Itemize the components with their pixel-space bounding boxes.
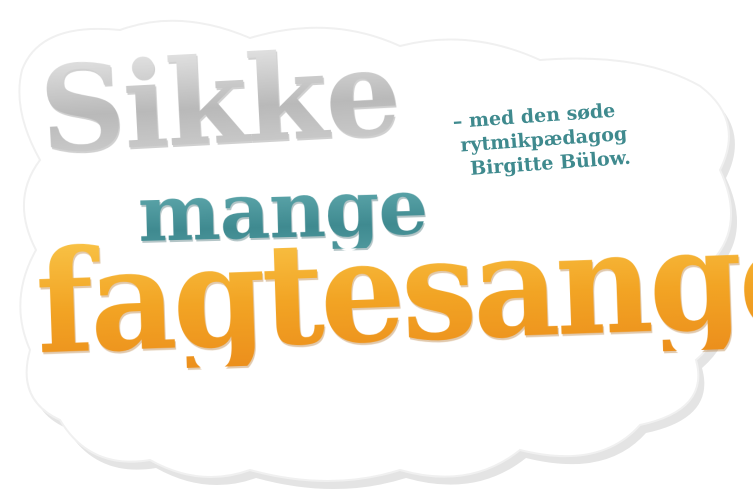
title-word-fagtesange: fagtesange	[33, 193, 753, 386]
title-artwork: Sikke mange fagtesange – med den søde ry…	[0, 0, 753, 493]
title-word-sikke: Sikke	[36, 22, 402, 180]
